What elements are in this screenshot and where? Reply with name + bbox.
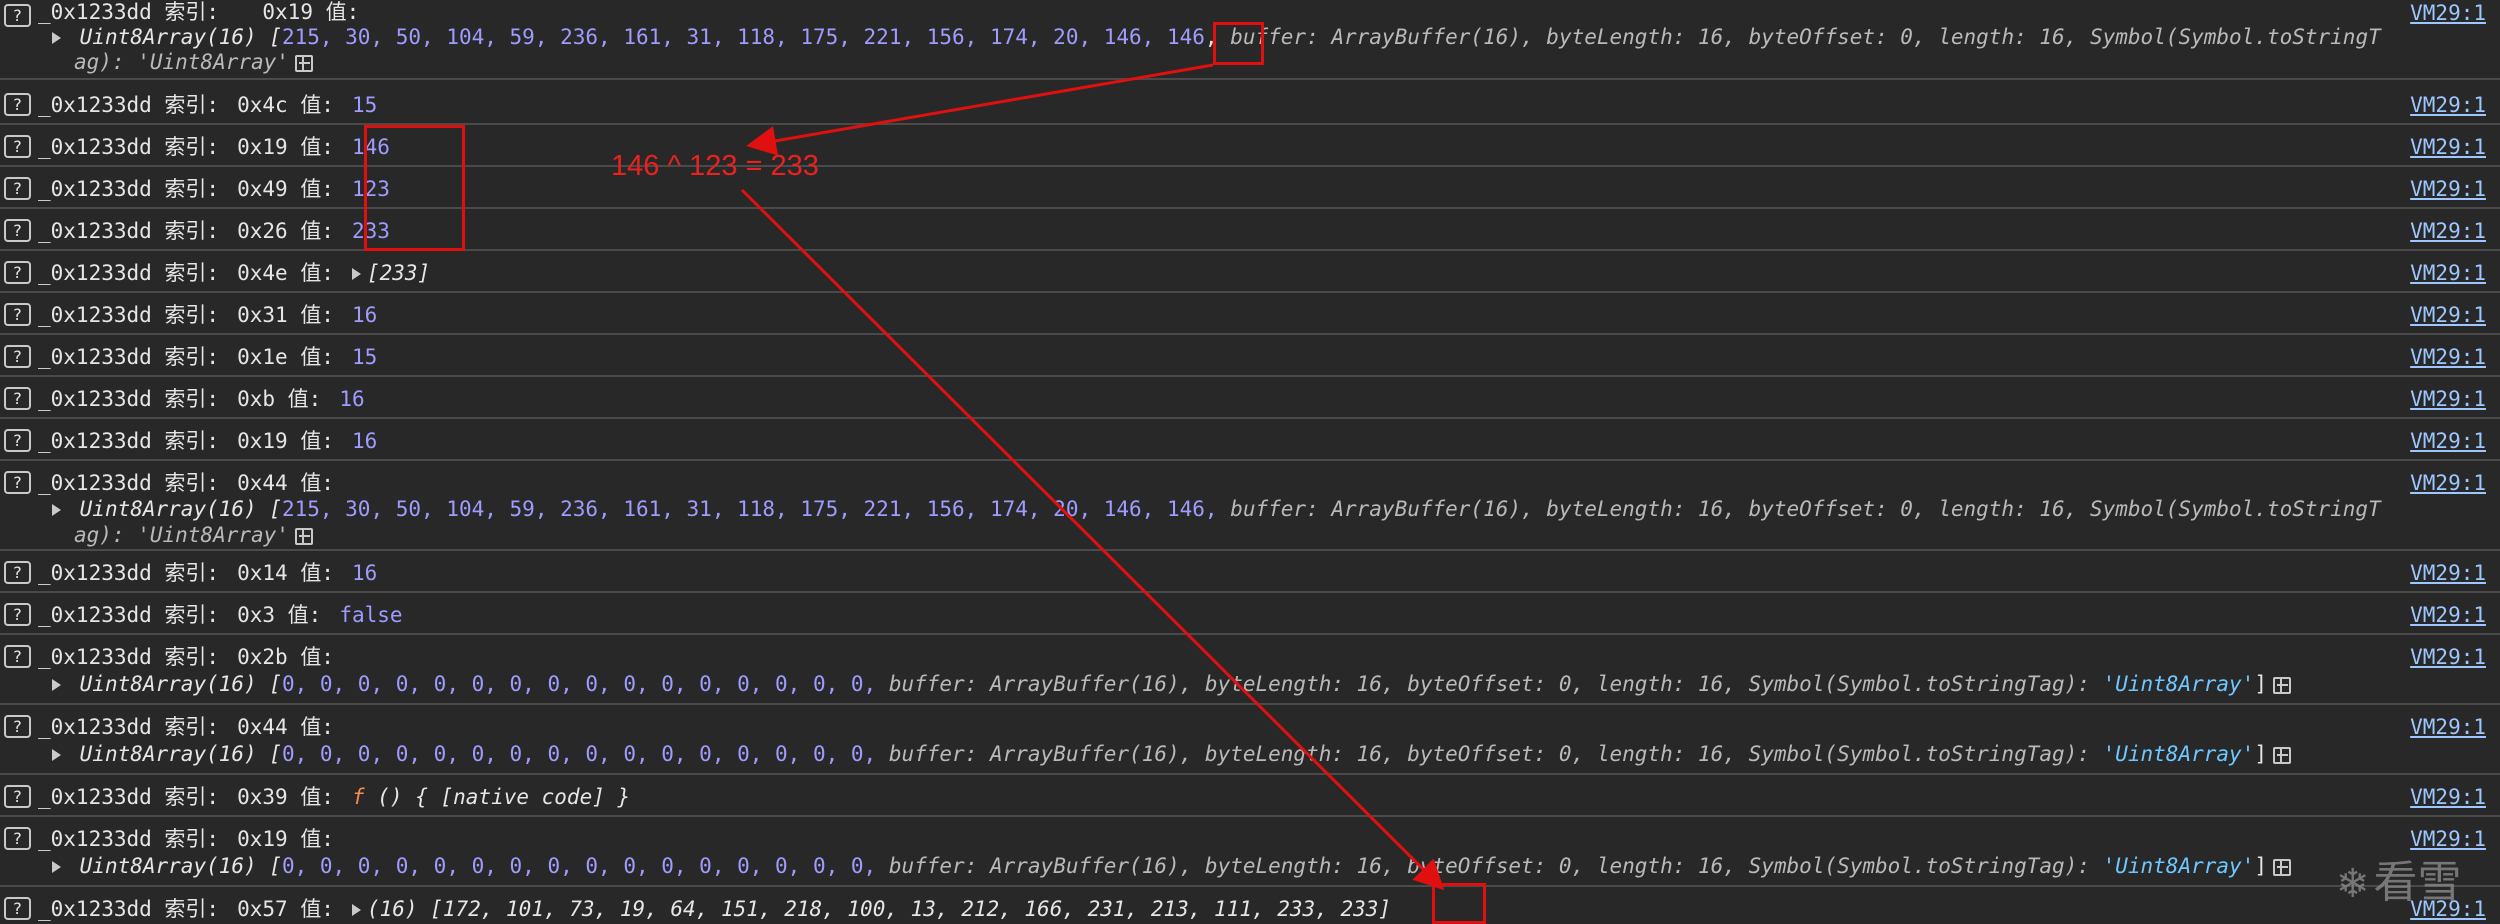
watermark: ❄看雪 [2336,857,2462,908]
arrow-to-233 [740,188,1445,891]
annotation-arrows [740,63,1445,891]
snowflake-icon: ❄ [2336,861,2370,907]
arrow-to-146 [746,63,1214,156]
